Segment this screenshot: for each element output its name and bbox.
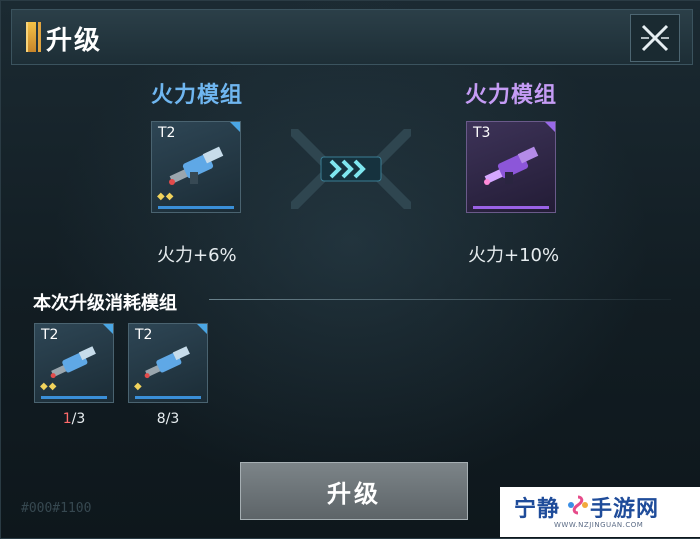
site-watermark: 宁静 手游网 WWW.NZJINGUAN.COM	[500, 487, 700, 537]
upgrade-arrow-icon	[291, 129, 411, 209]
close-button[interactable]	[630, 14, 680, 62]
tier-corner	[545, 122, 555, 132]
next-module-stat: 火力+10%	[468, 245, 560, 266]
count-have: 8	[156, 411, 166, 427]
tier-label: T2	[41, 327, 59, 343]
gun-icon	[169, 146, 224, 185]
current-module-card[interactable]: T2 ◆◆	[151, 121, 241, 213]
upgrade-dialog: 升级 火力模组 T2 ◆◆ 火力+6% 火力模组 T3 火力+10% 本次升级消…	[0, 0, 700, 539]
gun-icon	[144, 346, 190, 379]
upgrade-button[interactable]: 升级	[240, 462, 468, 520]
tier-bar	[158, 206, 234, 209]
tier-corner	[197, 324, 207, 334]
dialog-header: 升级	[11, 9, 693, 65]
rarity-stars: ◆◆	[40, 381, 58, 392]
watermark-text-a: 宁静	[514, 497, 561, 522]
rarity-stars: ◆	[134, 381, 143, 392]
dialog-title: 升级	[46, 26, 103, 56]
watermark-logo-icon	[568, 495, 588, 515]
count-required: /3	[165, 411, 180, 427]
cost-count: 8/3	[128, 411, 208, 427]
tier-bar	[473, 206, 549, 209]
header-accent	[26, 22, 41, 52]
current-module-name: 火力模组	[151, 83, 244, 108]
watermark-text-b: 手游网	[590, 497, 660, 522]
close-icon	[641, 24, 669, 52]
count-have: 1	[62, 411, 72, 427]
cost-module-card[interactable]: T2 ◆	[128, 323, 208, 403]
cost-module-card[interactable]: T2 ◆◆	[34, 323, 114, 403]
rarity-stars: ◆◆	[157, 191, 175, 202]
count-required: /3	[71, 411, 86, 427]
tier-label: T3	[473, 125, 491, 141]
tier-corner	[230, 122, 240, 132]
section-divider	[209, 299, 671, 300]
watermark-url: WWW.NZJINGUAN.COM	[554, 521, 644, 529]
cost-count: 1/3	[34, 411, 114, 427]
next-module-name: 火力模组	[465, 83, 558, 108]
tier-bar	[135, 396, 201, 399]
tier-label: T2	[135, 327, 153, 343]
gun-icon	[484, 146, 539, 185]
gun-icon	[50, 346, 96, 379]
tier-label: T2	[158, 125, 176, 141]
current-module-stat: 火力+6%	[157, 245, 237, 266]
cost-section-title: 本次升级消耗模组	[33, 293, 177, 314]
footer-id: #000#1100	[21, 501, 92, 516]
tier-bar	[41, 396, 107, 399]
tier-corner	[103, 324, 113, 334]
next-module-card[interactable]: T3	[466, 121, 556, 213]
